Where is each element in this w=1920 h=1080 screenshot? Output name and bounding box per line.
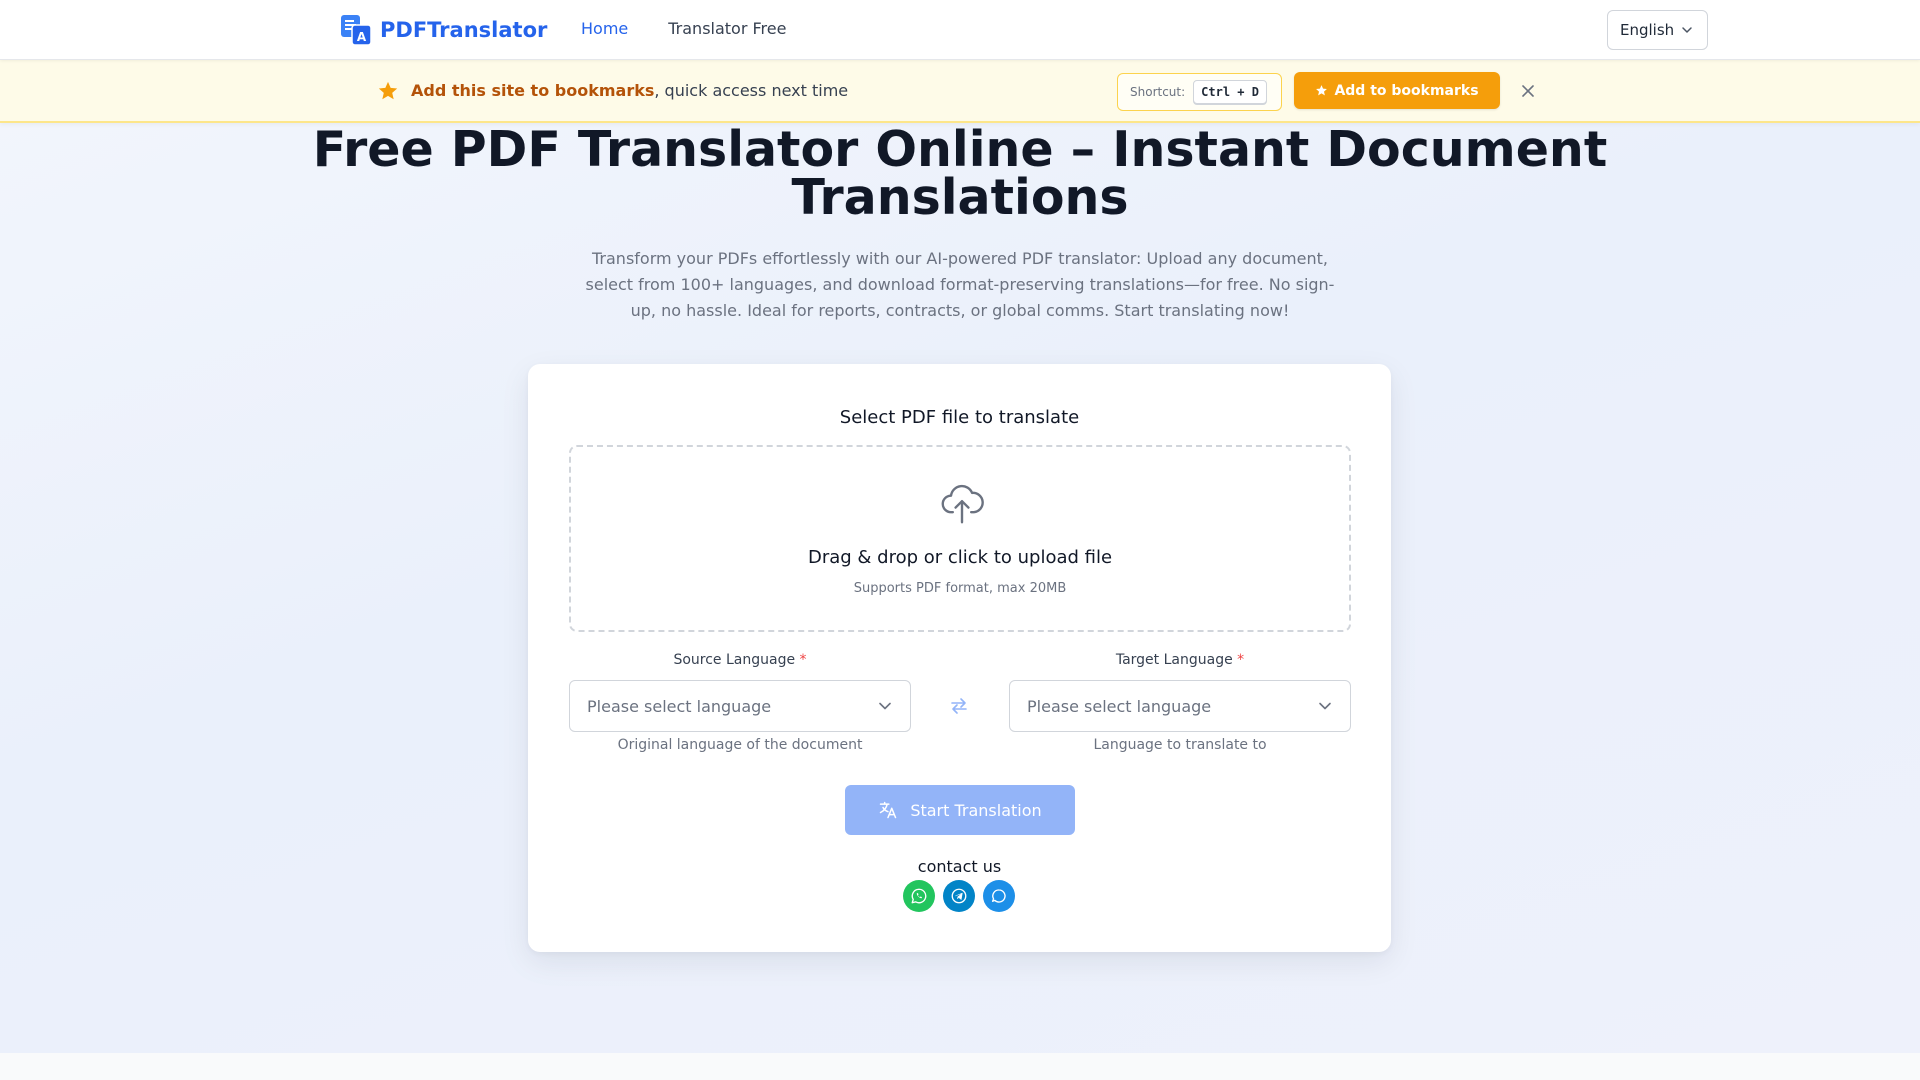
chevron-down-icon bbox=[1682, 27, 1692, 33]
nav-translator-free[interactable]: Translator Free bbox=[668, 19, 786, 38]
source-language-label-text: Source Language bbox=[673, 652, 796, 668]
star-icon bbox=[1316, 85, 1328, 96]
start-translation-button[interactable]: Start Translation bbox=[845, 785, 1075, 835]
source-language-hint: Original language of the document bbox=[617, 737, 863, 753]
chat-link[interactable] bbox=[983, 880, 1015, 912]
logo-link[interactable]: A PDFTranslator bbox=[340, 14, 547, 46]
bookmark-message-bold: Add this site to bookmarks bbox=[411, 81, 655, 100]
card-title: Select PDF file to translate bbox=[839, 407, 1080, 428]
file-dropzone[interactable]: Drag & drop or click to upload file Supp… bbox=[569, 445, 1351, 632]
add-to-bookmarks-button[interactable]: Add to bookmarks bbox=[1294, 72, 1500, 109]
shortcut-keys: Ctrl + D bbox=[1193, 80, 1267, 104]
shortcut-label: Shortcut: bbox=[1130, 85, 1186, 99]
main-nav: Home Translator Free bbox=[581, 19, 786, 38]
target-language-hint: Language to translate to bbox=[1093, 737, 1267, 753]
translate-icon bbox=[880, 801, 897, 819]
nav-home[interactable]: Home bbox=[581, 19, 628, 38]
required-marker: * bbox=[1237, 652, 1245, 668]
source-language-placeholder: Please select language bbox=[587, 696, 772, 716]
cloud-upload-icon bbox=[941, 484, 984, 524]
target-language-select[interactable]: Please select language bbox=[1009, 680, 1351, 732]
footer-strip bbox=[0, 1053, 1920, 1080]
bookmark-banner: Add this site to bookmarks, quick access… bbox=[0, 60, 1920, 123]
start-translation-label: Start Translation bbox=[910, 800, 1042, 820]
source-language-select[interactable]: Please select language bbox=[569, 680, 911, 732]
source-language-label: Source Language * bbox=[569, 652, 911, 668]
telegram-icon bbox=[951, 888, 967, 904]
chat-icon bbox=[991, 889, 1006, 903]
dropzone-subtext: Supports PDF format, max 20MB bbox=[853, 581, 1067, 596]
target-language-placeholder: Please select language bbox=[1027, 696, 1212, 716]
telegram-link[interactable] bbox=[943, 880, 975, 912]
page-title: Free PDF Translator Online – Instant Doc… bbox=[312, 121, 1608, 226]
swap-languages-icon[interactable] bbox=[948, 695, 970, 717]
contact-label: contact us bbox=[917, 857, 1002, 876]
bookmark-message: Add this site to bookmarks, quick access… bbox=[411, 81, 848, 100]
social-links bbox=[903, 880, 1015, 912]
star-icon bbox=[378, 81, 398, 100]
logo-text: PDFTranslator bbox=[380, 18, 548, 42]
svg-text:A: A bbox=[357, 30, 367, 44]
page-description: Transform your PDFs effortlessly with ou… bbox=[585, 249, 1335, 320]
chevron-down-icon bbox=[1319, 702, 1331, 710]
translate-card: Select PDF file to translate Drag & drop… bbox=[528, 364, 1391, 952]
shortcut-hint: Shortcut: Ctrl + D bbox=[1117, 73, 1282, 111]
site-header: A PDFTranslator Home Translator Free Eng… bbox=[0, 0, 1920, 60]
add-to-bookmarks-label: Add to bookmarks bbox=[1334, 82, 1479, 99]
language-select-value: English bbox=[1620, 21, 1675, 39]
whatsapp-icon bbox=[911, 888, 927, 904]
target-language-label: Target Language * bbox=[1009, 652, 1351, 668]
target-language-label-text: Target Language bbox=[1115, 652, 1233, 668]
logo-icon: A bbox=[340, 14, 372, 46]
whatsapp-link[interactable] bbox=[903, 880, 935, 912]
required-marker: * bbox=[799, 652, 807, 668]
close-icon[interactable] bbox=[1518, 81, 1538, 101]
language-select[interactable]: English bbox=[1607, 10, 1708, 50]
dropzone-text: Drag & drop or click to upload file bbox=[807, 547, 1113, 568]
chevron-down-icon bbox=[879, 702, 891, 710]
bookmark-message-rest: , quick access next time bbox=[654, 81, 849, 100]
